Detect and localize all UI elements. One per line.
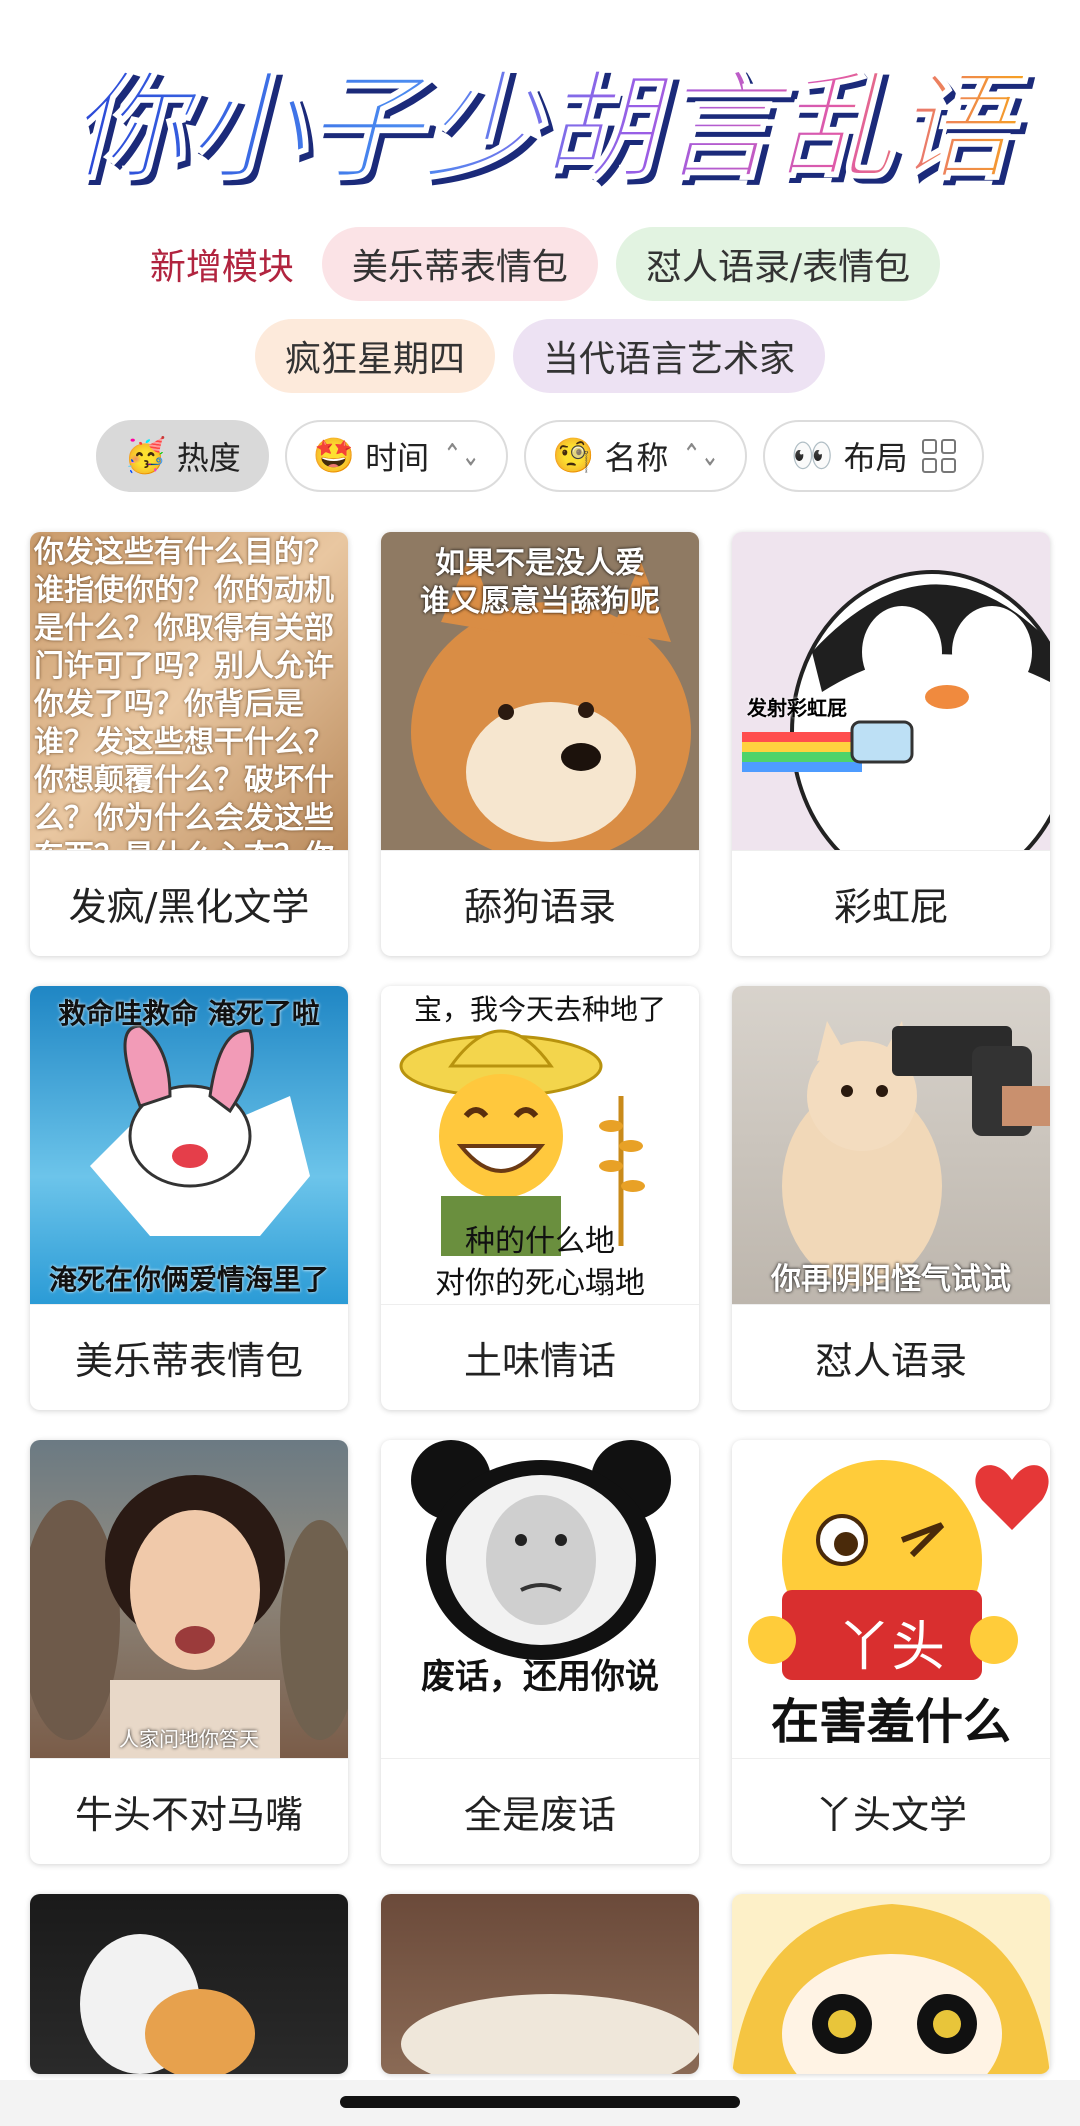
new-modules-label: 新增模块	[149, 247, 294, 288]
thumbnail-caption: 种的什么地	[465, 1224, 615, 1259]
new-modules: 新增模块 美乐蒂表情包 怼人语录/表情包 疯狂星期四 当代语言艺术家	[0, 224, 1080, 408]
card-label: 美乐蒂表情包	[30, 1304, 348, 1410]
card-rainbow-praise[interactable]: 发射彩虹屁 彩虹屁	[732, 532, 1050, 956]
grid-layout-icon	[921, 439, 956, 473]
card-girl-literature[interactable]: 丫头 在害羞什么 丫头文学	[732, 1440, 1050, 1864]
sort-heat-button[interactable]: 🥳 热度	[96, 420, 269, 492]
monocle-face-icon: 🧐	[552, 436, 595, 476]
party-face-icon: 🥳	[124, 436, 167, 476]
thumbnail-caption: 丫头	[837, 1615, 945, 1678]
card-thumbnail: 宝，我今天去种地了 种的什么地 对你的死心塌地	[381, 986, 699, 1304]
thumbnail-caption: 你发这些有什么目的？谁指使你的？你的动机是什么？你取得有关部门许可了吗？别人允许…	[34, 535, 334, 850]
thumbnail-caption: 人家问地你答天	[119, 1727, 259, 1751]
card-thumbnail	[30, 1894, 348, 2074]
home-indicator[interactable]	[340, 2096, 740, 2108]
sort-bar: 🥳 热度 🤩 时间 ⌃⌄ 🧐 名称 ⌃⌄ 👀 布局	[0, 420, 1080, 492]
thumbnail-caption: 对你的死心塌地	[435, 1266, 645, 1301]
card-thumbnail: 救命哇救命 淹死了啦 淹死在你俩爱情海里了	[30, 986, 348, 1304]
star-eyes-icon: 🤩	[312, 436, 356, 476]
card-label: 全是废话	[381, 1758, 699, 1864]
card-label: 舔狗语录	[381, 850, 699, 956]
card-thumbnail: 废话，还用你说	[381, 1440, 699, 1758]
sort-time-label: 时间	[365, 439, 430, 477]
sort-toggle-icon: ⌃⌄	[682, 438, 720, 474]
card-label: 发疯/黑化文学	[30, 850, 348, 956]
penguin-image	[742, 570, 1050, 850]
card-cheesy-lines[interactable]: 宝，我今天去种地了 种的什么地 对你的死心塌地 土味情话	[381, 986, 699, 1410]
melody-image	[90, 1024, 310, 1236]
module-roast[interactable]: 怼人语录/表情包	[615, 227, 941, 301]
card-thumbnail: 丫头 在害羞什么	[732, 1440, 1050, 1758]
card-thumbnail: 人家问地你答天	[30, 1440, 348, 1758]
thumbnail-caption: 谁又愿意当舔狗呢	[420, 584, 660, 619]
card-thumbnail: 你再阴阳怪气试试	[732, 986, 1050, 1304]
title-art: 你小子少胡言乱语 你小子少胡言乱语	[67, 57, 1036, 202]
module-crazy-thursday[interactable]: 疯狂星期四	[254, 319, 495, 393]
card-partial-anime[interactable]	[732, 1894, 1050, 2074]
thumbnail-caption: 你再阴阳怪气试试	[771, 1262, 1011, 1297]
card-label: 怼人语录	[732, 1304, 1050, 1410]
card-thumbnail: 你发这些有什么目的？谁指使你的？你的动机是什么？你取得有关部门许可了吗？别人允许…	[30, 532, 348, 850]
card-partial-pancake[interactable]	[381, 1894, 699, 2074]
eyes-icon: 👀	[791, 436, 834, 476]
thumbnail-caption: 发射彩虹屁	[747, 696, 847, 720]
card-off-topic[interactable]: 人家问地你答天 牛头不对马嘴	[30, 1440, 348, 1864]
card-partial-cats[interactable]	[30, 1894, 348, 2074]
girl-photo-image	[30, 1475, 348, 1758]
card-simp-quotes[interactable]: 如果不是没人爱 谁又愿意当舔狗呢 舔狗语录	[381, 532, 699, 956]
anime-girl-image	[732, 1904, 1050, 2074]
card-thumbnail: 发射彩虹屁	[732, 532, 1050, 850]
card-nonsense[interactable]: 废话，还用你说 全是废话	[381, 1440, 699, 1864]
thumbnail-caption: 淹死在你俩爱情海里了	[48, 1263, 329, 1296]
card-thumbnail	[381, 1894, 699, 2074]
module-melody[interactable]: 美乐蒂表情包	[321, 227, 598, 301]
card-label: 牛头不对马嘴	[30, 1758, 348, 1864]
sort-name-label: 名称	[604, 439, 669, 477]
card-label: 土味情话	[381, 1304, 699, 1410]
thumbnail-caption: 在害羞什么	[770, 1694, 1011, 1750]
card-thumbnail: 如果不是没人爱 谁又愿意当舔狗呢	[381, 532, 699, 850]
card-label: 彩虹屁	[732, 850, 1050, 956]
panda-meme-image	[411, 1440, 671, 1660]
card-grid: 你发这些有什么目的？谁指使你的？你的动机是什么？你取得有关部门许可了吗？别人允许…	[30, 532, 1050, 2074]
cats-image	[80, 1934, 255, 2074]
card-melody-stickers[interactable]: 救命哇救命 淹死了啦 淹死在你俩爱情海里了 美乐蒂表情包	[30, 986, 348, 1410]
layout-button[interactable]: 👀 布局	[763, 420, 984, 492]
title-banner: 你小子少胡言乱语 你小子少胡言乱语	[0, 50, 1080, 202]
sort-heat-label: 热度	[176, 439, 241, 477]
page-title: 你小子少胡言乱语	[68, 58, 1030, 196]
pancake-image	[401, 1994, 699, 2074]
thumbnail-caption: 救命哇救命 淹死了啦	[58, 997, 320, 1030]
sort-toggle-icon: ⌃⌄	[443, 438, 480, 474]
card-thumbnail	[732, 1894, 1050, 2074]
sort-name-button[interactable]: 🧐 名称 ⌃⌄	[524, 420, 748, 492]
card-roast-quotes[interactable]: 你再阴阳怪气试试 怼人语录	[732, 986, 1050, 1410]
layout-label: 布局	[843, 439, 908, 477]
sort-time-button[interactable]: 🤩 时间 ⌃⌄	[284, 420, 508, 492]
card-label: 丫头文学	[732, 1758, 1050, 1864]
module-language-artist[interactable]: 当代语言艺术家	[513, 319, 826, 393]
thumbnail-caption: 宝，我今天去种地了	[413, 993, 666, 1026]
card-crazy-literature[interactable]: 你发这些有什么目的？谁指使你的？你的动机是什么？你取得有关部门许可了吗？别人允许…	[30, 532, 348, 956]
thumbnail-caption: 废话，还用你说	[421, 1657, 659, 1697]
